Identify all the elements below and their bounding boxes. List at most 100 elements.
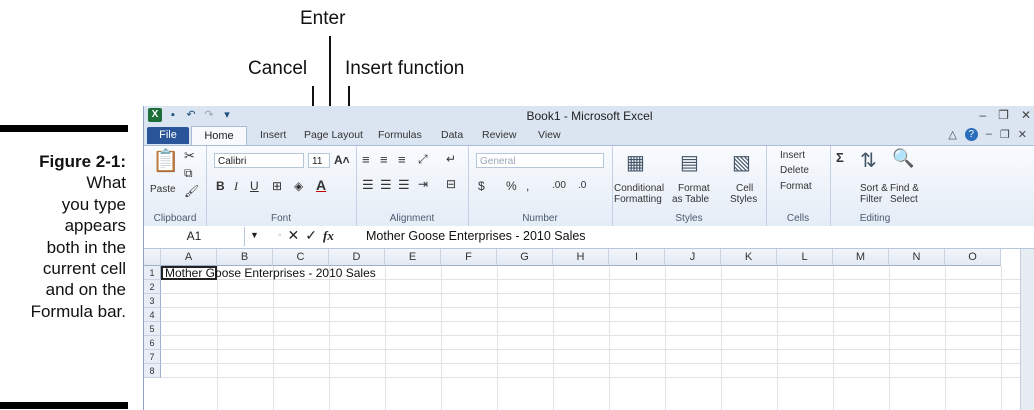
column-header-f[interactable]: F — [441, 249, 497, 266]
sort-filter-button[interactable]: Sort & — [860, 183, 888, 194]
column-header-i[interactable]: I — [609, 249, 665, 266]
workbook-restore-icon[interactable]: ❐ — [1000, 128, 1010, 141]
column-header-e[interactable]: E — [385, 249, 441, 266]
help-icon[interactable]: ? — [964, 128, 978, 141]
row-header-1[interactable]: 1 — [144, 266, 161, 280]
tab-review[interactable]: Review — [482, 129, 516, 141]
tab-insert[interactable]: Insert — [260, 129, 286, 141]
delete-cells-button[interactable]: Delete — [780, 165, 809, 176]
tab-page-layout[interactable]: Page Layout — [304, 129, 363, 141]
column-header-a[interactable]: A — [161, 249, 217, 266]
cell-a1-text[interactable]: Mother Goose Enterprises - 2010 Sales — [165, 266, 376, 280]
align-middle-icon[interactable]: ≡ — [380, 152, 388, 167]
row-header-4[interactable]: 4 — [144, 308, 161, 322]
column-header-g[interactable]: G — [497, 249, 553, 266]
workbook-minimize-icon[interactable]: – — [986, 128, 992, 141]
bold-button[interactable]: B — [216, 179, 225, 193]
format-painter-icon[interactable]: 🖌 — [184, 184, 199, 198]
wrap-text-icon[interactable]: ↵ — [446, 152, 456, 166]
comma-button[interactable]: , — [526, 179, 529, 193]
caption-bottom-rule — [0, 402, 128, 409]
row-header-2[interactable]: 2 — [144, 280, 161, 294]
tab-file[interactable]: File — [147, 127, 189, 144]
column-header-h[interactable]: H — [553, 249, 609, 266]
grow-font-icon[interactable]: A˄ — [334, 153, 350, 167]
tab-data[interactable]: Data — [441, 129, 463, 141]
row-header-5[interactable]: 5 — [144, 322, 161, 336]
sort-filter-button-line2[interactable]: Filter — [860, 194, 882, 205]
grid-line — [833, 266, 834, 410]
workbook-close-icon[interactable]: ✕ — [1018, 128, 1027, 141]
cell-styles-icon[interactable]: ▧ — [732, 150, 751, 175]
number-format-box[interactable]: General — [476, 153, 604, 168]
conditional-formatting-button[interactable]: Conditional — [614, 183, 664, 194]
copy-icon[interactable]: ⧉ — [184, 166, 193, 181]
decrease-decimal-button[interactable]: .0 — [578, 180, 586, 191]
cell-styles-button[interactable]: Cell — [736, 183, 753, 194]
find-select-icon[interactable]: 🔍 — [892, 148, 914, 169]
select-all-corner[interactable] — [144, 249, 161, 266]
cancel-button[interactable]: ✕ — [288, 227, 300, 244]
currency-button[interactable]: $ — [478, 179, 485, 193]
insert-cells-button[interactable]: Insert — [780, 150, 805, 161]
paste-icon[interactable]: 📋 — [152, 148, 179, 174]
sort-filter-icon[interactable]: ⇅ — [860, 148, 877, 173]
cut-icon[interactable]: ✂ — [184, 148, 195, 164]
format-as-table-button-line2[interactable]: as Table — [672, 194, 709, 205]
conditional-formatting-button-line2[interactable]: Formatting — [614, 194, 662, 205]
restore-icon[interactable]: ❐ — [998, 108, 1009, 122]
tab-home[interactable]: Home — [191, 126, 247, 146]
column-header-k[interactable]: K — [721, 249, 777, 266]
underline-button[interactable]: U — [250, 179, 259, 193]
autosum-button[interactable]: Σ — [836, 150, 844, 165]
close-icon[interactable]: ✕ — [1021, 108, 1031, 122]
orientation-icon[interactable]: ⤢ — [418, 152, 428, 167]
align-left-icon[interactable]: ☰ — [362, 177, 374, 193]
worksheet-grid[interactable]: A B C D E F G H I J K L M N O 1 2 3 4 5 … — [144, 249, 1034, 410]
format-cells-button[interactable]: Format — [780, 181, 812, 192]
tab-formulas[interactable]: Formulas — [378, 129, 422, 141]
borders-icon[interactable]: ⊞ — [272, 179, 282, 193]
column-header-m[interactable]: M — [833, 249, 889, 266]
format-as-table-button[interactable]: Format — [678, 183, 710, 194]
insert-function-button[interactable]: fx — [323, 228, 334, 244]
column-header-b[interactable]: B — [217, 249, 273, 266]
italic-button[interactable]: I — [234, 179, 238, 194]
minimize-icon[interactable]: – — [979, 108, 986, 122]
tab-view[interactable]: View — [538, 129, 561, 141]
name-box-dropdown-icon[interactable]: ▼ — [250, 230, 259, 240]
vertical-scrollbar[interactable] — [1020, 249, 1034, 410]
column-header-n[interactable]: N — [889, 249, 945, 266]
enter-button[interactable]: ✓ — [305, 227, 317, 244]
format-as-table-icon[interactable]: ▤ — [680, 150, 699, 175]
row-header-3[interactable]: 3 — [144, 294, 161, 308]
row-header-6[interactable]: 6 — [144, 336, 161, 350]
merge-center-icon[interactable]: ⊟ — [446, 177, 456, 191]
align-bottom-icon[interactable]: ≡ — [398, 152, 406, 167]
font-name-box[interactable]: Calibri — [214, 153, 304, 168]
percent-button[interactable]: % — [506, 179, 517, 193]
indent-icon[interactable]: ⇥ — [418, 177, 428, 191]
name-box[interactable]: A1 — [144, 227, 245, 246]
paste-button[interactable]: Paste — [150, 184, 176, 195]
column-header-c[interactable]: C — [273, 249, 329, 266]
align-center-icon[interactable]: ☰ — [380, 177, 392, 193]
align-right-icon[interactable]: ☰ — [398, 177, 410, 193]
row-header-7[interactable]: 7 — [144, 350, 161, 364]
font-color-icon[interactable]: A — [316, 177, 326, 193]
formula-input[interactable]: Mother Goose Enterprises - 2010 Sales — [366, 227, 586, 246]
fill-color-icon[interactable]: ◈ — [294, 179, 303, 193]
font-size-box[interactable]: 11 — [308, 153, 330, 168]
find-select-button[interactable]: Find & — [890, 183, 919, 194]
find-select-button-line2[interactable]: Select — [890, 194, 918, 205]
conditional-formatting-icon[interactable]: ▦ — [626, 150, 645, 175]
align-top-icon[interactable]: ≡ — [362, 152, 370, 167]
increase-decimal-button[interactable]: .00 — [552, 180, 566, 191]
row-header-8[interactable]: 8 — [144, 364, 161, 378]
minimize-ribbon-icon[interactable]: △ — [948, 128, 956, 141]
column-header-j[interactable]: J — [665, 249, 721, 266]
column-header-l[interactable]: L — [777, 249, 833, 266]
column-header-o[interactable]: O — [945, 249, 1001, 266]
cell-styles-button-line2[interactable]: Styles — [730, 194, 757, 205]
column-header-d[interactable]: D — [329, 249, 385, 266]
